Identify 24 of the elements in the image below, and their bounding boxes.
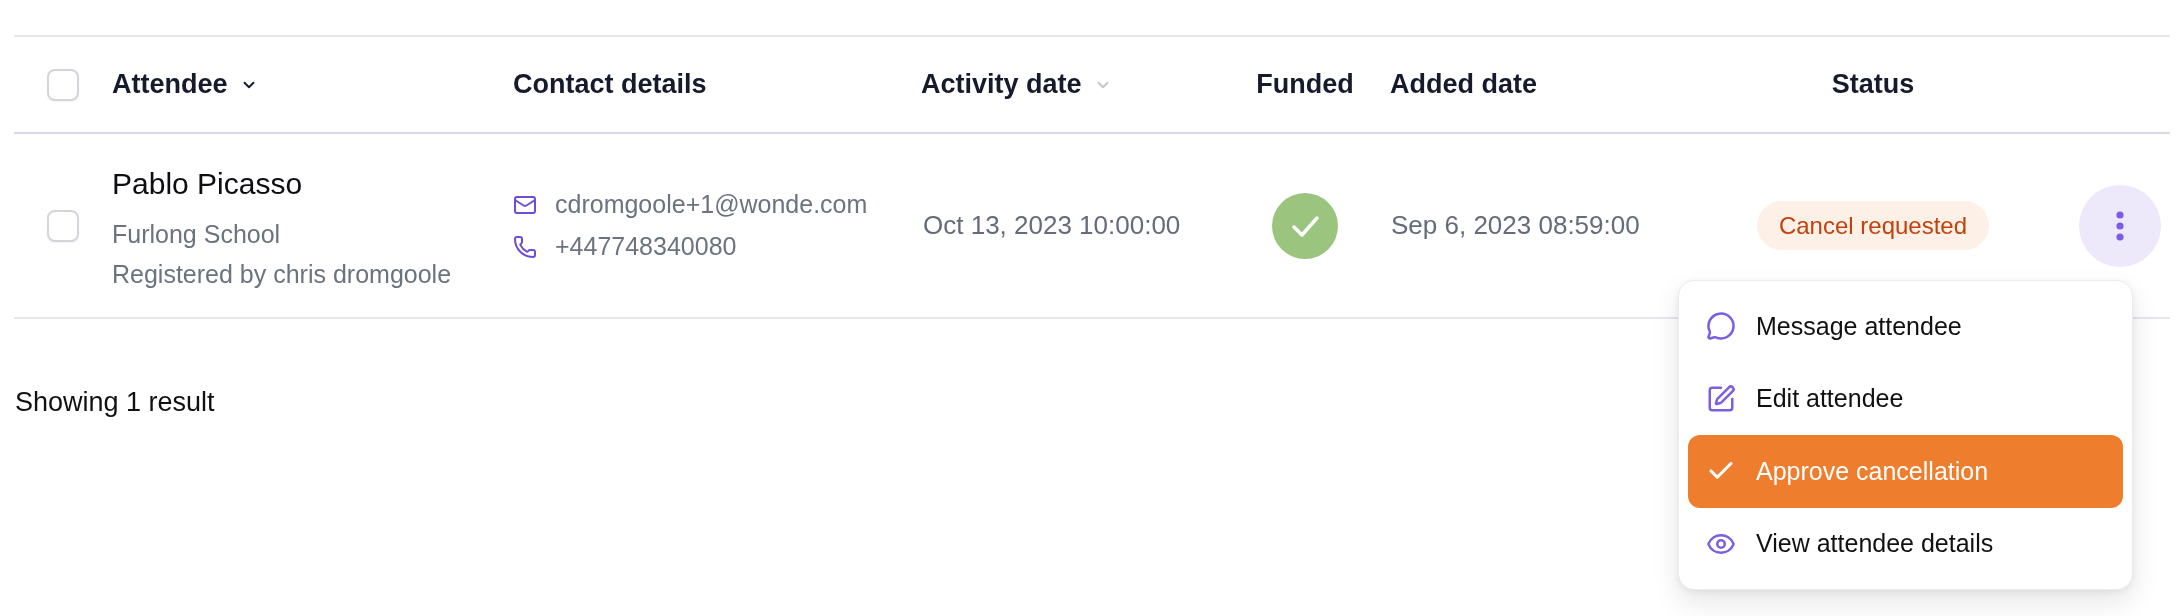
sort-header[interactable]: Activity date	[921, 69, 1112, 100]
select-all-checkbox[interactable]	[47, 68, 79, 101]
column-header: Funded	[1256, 69, 1354, 100]
status-badge: Cancel requested	[1756, 201, 1990, 250]
email-address: cdromgoole+1@wonde.com	[555, 190, 868, 219]
result-count: Showing 1 result	[15, 387, 215, 417]
column-header: Status	[1831, 69, 1915, 100]
sort-header[interactable]: Attendee	[112, 69, 258, 100]
phone-number: +447748340080	[555, 232, 737, 261]
pencil-square-icon	[1706, 383, 1736, 414]
menu-item[interactable]: Message attendee	[1688, 290, 2123, 363]
school-name: Furlong School	[112, 218, 281, 250]
column-header: Added date	[1390, 69, 1537, 100]
added-date: Sep 6, 2023 08:59:00	[1391, 210, 1640, 241]
registered-by: Registered by chris dromgoole	[112, 258, 452, 290]
chat-bubble-icon	[1706, 311, 1736, 342]
attendee-name: Pablo Picasso	[112, 165, 303, 202]
row-checkbox[interactable]	[47, 209, 79, 242]
menu-item[interactable]: View attendee details	[1688, 507, 2123, 580]
phone-icon	[513, 234, 537, 259]
dots-vertical-icon	[2116, 210, 2124, 241]
column-header: Contact details	[513, 69, 707, 100]
activity-date: Oct 13, 2023 10:00:00	[923, 210, 1181, 241]
menu-item[interactable]: Edit attendee	[1688, 362, 2123, 435]
